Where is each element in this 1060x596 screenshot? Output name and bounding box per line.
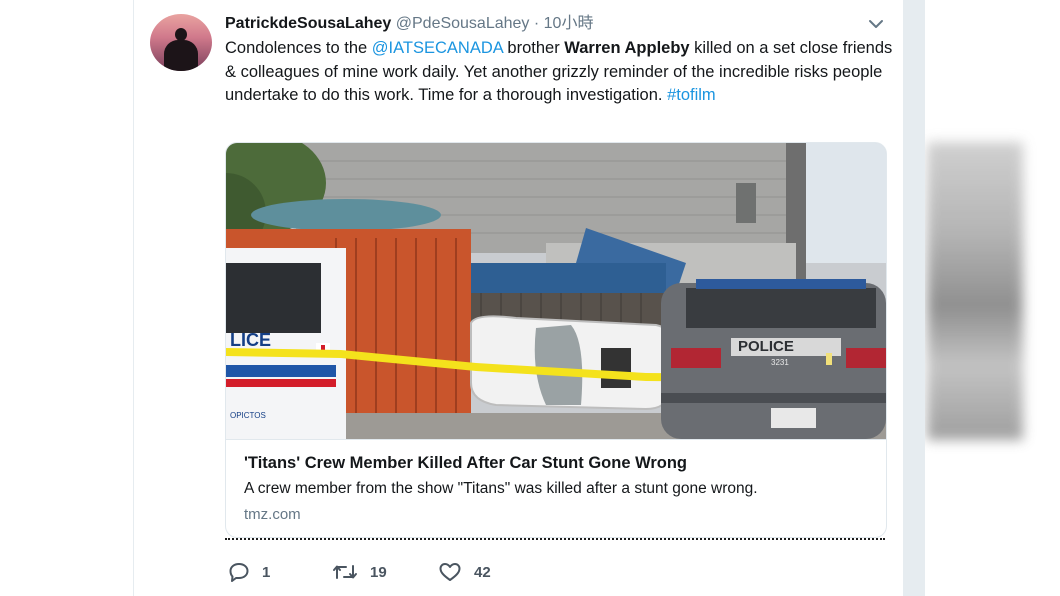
police-lettering-right: POLICE (738, 338, 794, 355)
retweet-button[interactable]: 19 (332, 558, 387, 586)
actions-divider (225, 538, 885, 540)
like-button[interactable]: 42 (438, 558, 491, 586)
avatar[interactable] (150, 14, 212, 71)
chevron-down-icon[interactable] (866, 14, 886, 34)
left-margin (0, 0, 133, 596)
like-count: 42 (474, 563, 491, 581)
retweet-count: 19 (370, 563, 387, 581)
card-title[interactable]: 'Titans' Crew Member Killed After Car St… (244, 454, 687, 473)
tweet-text: Condolences to the @IATSECANADA brother … (225, 37, 895, 108)
reply-count: 1 (262, 563, 271, 581)
blurred-media-reflection (927, 142, 1023, 440)
mention-link[interactable]: @IATSECANADA (372, 39, 503, 57)
hashtag-link[interactable]: #tofilm (667, 86, 716, 104)
tweet-header: PatrickdeSousaLahey @PdeSousaLahey · 10小… (225, 14, 593, 34)
car-side-text: OPICTOS (230, 411, 266, 420)
reply-icon (228, 561, 250, 583)
reply-button[interactable]: 1 (228, 558, 270, 586)
tweet[interactable]: PatrickdeSousaLahey @PdeSousaLahey · 10小… (133, 0, 904, 596)
tweet-text-part: Condolences to the (225, 39, 372, 57)
card-description: A crew member from the show "Titans" was… (244, 480, 758, 497)
card-image[interactable]: LICE OPICTOS POLICE 3231 (226, 143, 886, 439)
tweet-text-part: brother (502, 39, 565, 57)
display-name[interactable]: PatrickdeSousaLahey (225, 15, 391, 32)
heart-icon (438, 561, 462, 583)
police-lettering-left: LICE (230, 330, 271, 350)
right-margin (925, 0, 1060, 596)
timestamp[interactable]: 10小時 (544, 15, 594, 32)
header-separator: · (533, 15, 540, 32)
retweet-icon (332, 561, 358, 583)
police-car-number: 3231 (771, 358, 789, 367)
user-handle[interactable]: @PdeSousaLahey (396, 15, 530, 32)
card-domain[interactable]: tmz.com (244, 506, 301, 523)
avatar-silhouette-body (164, 40, 198, 71)
link-card[interactable]: LICE OPICTOS POLICE 3231 'Titans' Crew M… (225, 142, 887, 538)
timeline-gutter (903, 0, 925, 596)
card-body: 'Titans' Crew Member Killed After Car St… (226, 439, 886, 537)
tweet-text-bold: Warren Appleby (564, 39, 690, 57)
